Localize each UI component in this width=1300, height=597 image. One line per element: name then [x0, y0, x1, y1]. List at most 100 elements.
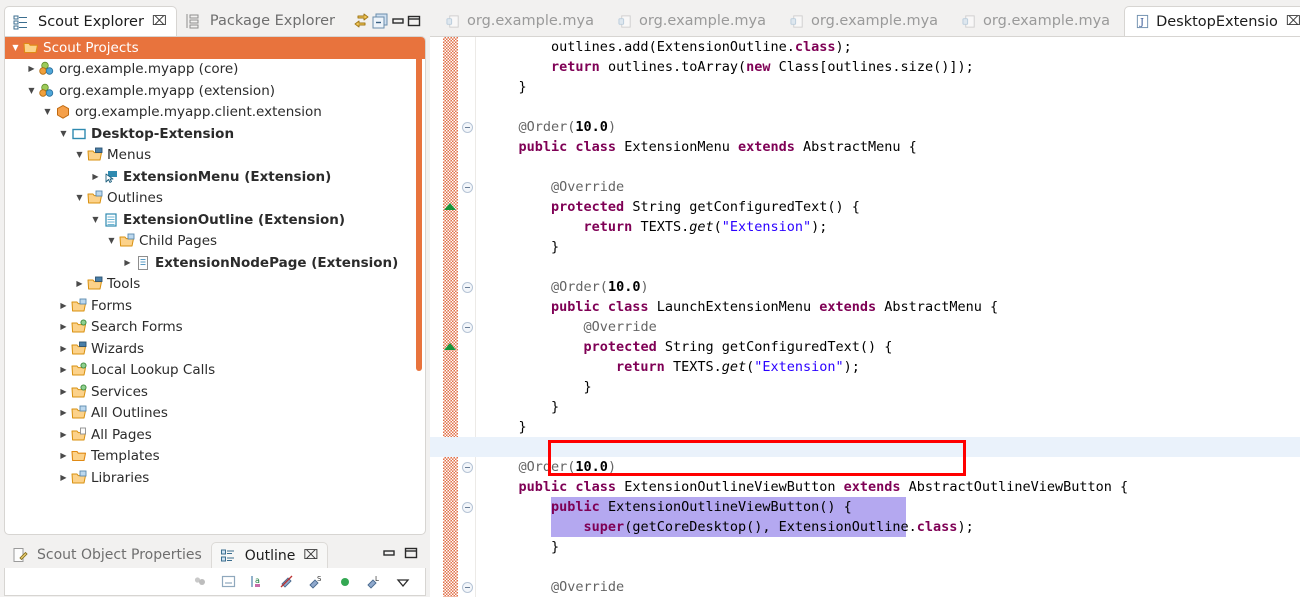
chevron-right-icon[interactable]: ▶: [57, 430, 70, 439]
tree-item-scout-projects[interactable]: ▼ Scout Projects: [5, 37, 425, 59]
tree-item-org-example-myapp-extension[interactable]: ▼ org.example.myapp (extension): [5, 80, 425, 102]
editor-tab-3[interactable]: org.example.mya: [952, 6, 1124, 36]
close-icon[interactable]: ⌧: [303, 548, 318, 563]
tab-outline[interactable]: Outline ⌧: [210, 542, 329, 568]
chevron-right-icon[interactable]: ▶: [73, 280, 86, 288]
code-line[interactable]: @Order(10.0): [430, 457, 1300, 477]
tree-item-outlines[interactable]: ▼ Outlines: [5, 188, 425, 210]
tree-item-all-pages[interactable]: ▶ All Pages: [5, 424, 425, 446]
hide-fields-icon[interactable]: [279, 574, 295, 590]
chevron-right-icon[interactable]: ▶: [57, 301, 70, 310]
hide-non-public-members-icon[interactable]: [192, 574, 208, 590]
code-line[interactable]: return TEXTS.get("Extension");: [430, 217, 1300, 237]
tab-scout-explorer[interactable]: Scout Explorer ⌧: [4, 6, 177, 36]
tab-scout-object-properties[interactable]: Scout Object Properties: [4, 542, 211, 568]
code-fold-toggle[interactable]: [462, 462, 473, 473]
code-line[interactable]: [430, 557, 1300, 577]
code-line[interactable]: [430, 157, 1300, 177]
chevron-down-icon[interactable]: ▼: [9, 43, 22, 52]
chevron-down-icon[interactable]: ▼: [73, 151, 86, 159]
chevron-right-icon[interactable]: ▶: [57, 387, 70, 396]
code-fold-toggle[interactable]: [462, 182, 473, 193]
tree-item-extensionnodepage-extension[interactable]: ▶ ExtensionNodePage (Extension): [5, 252, 425, 274]
maximize-icon[interactable]: [406, 10, 422, 32]
chevron-right-icon[interactable]: ▶: [57, 473, 70, 482]
code-line[interactable]: }: [430, 397, 1300, 417]
view-menu-icon[interactable]: [395, 574, 411, 590]
tree-item-tools[interactable]: ▶ Tools: [5, 274, 425, 296]
tree-item-wizards[interactable]: ▶ Wizards: [5, 338, 425, 360]
tree-item-desktop-extension[interactable]: ▼ Desktop-Extension: [5, 123, 425, 145]
tree-item-libraries[interactable]: ▶ Libraries: [5, 467, 425, 489]
code-line[interactable]: return outlines.toArray(new Class[outlin…: [430, 57, 1300, 77]
code-line[interactable]: super(getCoreDesktop(), ExtensionOutline…: [430, 517, 1300, 537]
code-fold-toggle[interactable]: [462, 502, 473, 513]
tree-item-search-forms[interactable]: ▶ Search Forms: [5, 317, 425, 339]
chevron-right-icon[interactable]: ▶: [89, 172, 102, 181]
chevron-down-icon[interactable]: ▼: [57, 129, 70, 138]
maximize-icon[interactable]: [400, 542, 422, 564]
chevron-right-icon[interactable]: ▶: [57, 366, 70, 374]
code-line[interactable]: public class ExtensionMenu extends Abstr…: [430, 137, 1300, 157]
hide-static-fields-icon[interactable]: S: [308, 574, 324, 590]
code-line[interactable]: }: [430, 377, 1300, 397]
code-line[interactable]: protected String getConfiguredText() {: [430, 197, 1300, 217]
link-with-editor-icon[interactable]: [352, 10, 371, 32]
tree-item-extensionoutline-extension[interactable]: ▼ ExtensionOutline (Extension): [5, 209, 425, 231]
editor-tab-4[interactable]: J DesktopExtensio ⌧: [1124, 6, 1300, 36]
minimize-icon[interactable]: [390, 10, 406, 32]
tree-item-org-example-myapp-core[interactable]: ▶ org.example.myapp (core): [5, 59, 425, 81]
code-line[interactable]: [430, 97, 1300, 117]
code-line[interactable]: @Override: [430, 577, 1300, 597]
tree-item-local-lookup-calls[interactable]: ▶ Local Lookup Calls: [5, 360, 425, 382]
focus-on-active-task-icon[interactable]: [221, 574, 237, 590]
hide-local-types-icon[interactable]: L: [366, 574, 382, 590]
tree-item-templates[interactable]: ▶ Templates: [5, 446, 425, 468]
code-line[interactable]: @Order(10.0): [430, 117, 1300, 137]
code-fold-toggle[interactable]: [462, 122, 473, 133]
code-line[interactable]: @Override: [430, 317, 1300, 337]
hide-non-public-icon[interactable]: [337, 574, 353, 590]
tree-item-all-outlines[interactable]: ▶ All Outlines: [5, 403, 425, 425]
code-line[interactable]: [430, 437, 1300, 457]
code-line[interactable]: protected String getConfiguredText() {: [430, 337, 1300, 357]
close-icon[interactable]: ⌧: [1286, 14, 1300, 29]
collapse-all-icon[interactable]: [371, 10, 390, 32]
chevron-down-icon[interactable]: ▼: [41, 108, 54, 116]
chevron-right-icon[interactable]: ▶: [57, 452, 70, 460]
code-line[interactable]: return TEXTS.get("Extension");: [430, 357, 1300, 377]
java-editor[interactable]: outlines.add(ExtensionOutline.class); re…: [430, 36, 1300, 597]
code-line[interactable]: outlines.add(ExtensionOutline.class);: [430, 37, 1300, 57]
editor-tab-0[interactable]: org.example.mya: [436, 6, 608, 36]
minimize-icon[interactable]: [378, 542, 400, 564]
chevron-right-icon[interactable]: ▶: [57, 344, 70, 353]
code-line[interactable]: public ExtensionOutlineViewButton() {: [430, 497, 1300, 517]
code-fold-toggle[interactable]: [462, 582, 473, 593]
chevron-down-icon[interactable]: ▼: [25, 86, 38, 95]
code-fold-toggle[interactable]: [462, 322, 473, 333]
chevron-right-icon[interactable]: ▶: [57, 323, 70, 331]
tree-item-org-example-myapp-client-extension[interactable]: ▼ org.example.myapp.client.extension: [5, 102, 425, 124]
chevron-down-icon[interactable]: ▼: [105, 237, 118, 245]
code-line[interactable]: public class LaunchExtensionMenu extends…: [430, 297, 1300, 317]
code-line[interactable]: @Override: [430, 177, 1300, 197]
chevron-down-icon[interactable]: ▼: [73, 194, 86, 202]
tree-item-menus[interactable]: ▼ Menus: [5, 145, 425, 167]
chevron-right-icon[interactable]: ▶: [121, 258, 134, 267]
code-fold-toggle[interactable]: [462, 282, 473, 293]
code-line[interactable]: }: [430, 237, 1300, 257]
code-line[interactable]: [430, 257, 1300, 277]
tree-item-extensionmenu-extension[interactable]: ▶ ExtensionMenu (Extension): [5, 166, 425, 188]
explorer-vertical-scrollbar[interactable]: [416, 41, 422, 371]
scout-project-tree[interactable]: ▼ Scout Projects ▶ org.example.myapp (core)…: [5, 37, 425, 489]
code-line[interactable]: }: [430, 417, 1300, 437]
code-content[interactable]: outlines.add(ExtensionOutline.class); re…: [430, 37, 1300, 597]
editor-tab-2[interactable]: org.example.mya: [780, 6, 952, 36]
code-line[interactable]: public class ExtensionOutlineViewButton …: [430, 477, 1300, 497]
chevron-right-icon[interactable]: ▶: [57, 409, 70, 417]
code-line[interactable]: @Order(10.0): [430, 277, 1300, 297]
sort-alphabetically-icon[interactable]: a: [250, 574, 266, 590]
chevron-down-icon[interactable]: ▼: [89, 215, 102, 224]
tab-package-explorer[interactable]: Package Explorer: [177, 6, 344, 36]
code-line[interactable]: }: [430, 537, 1300, 557]
